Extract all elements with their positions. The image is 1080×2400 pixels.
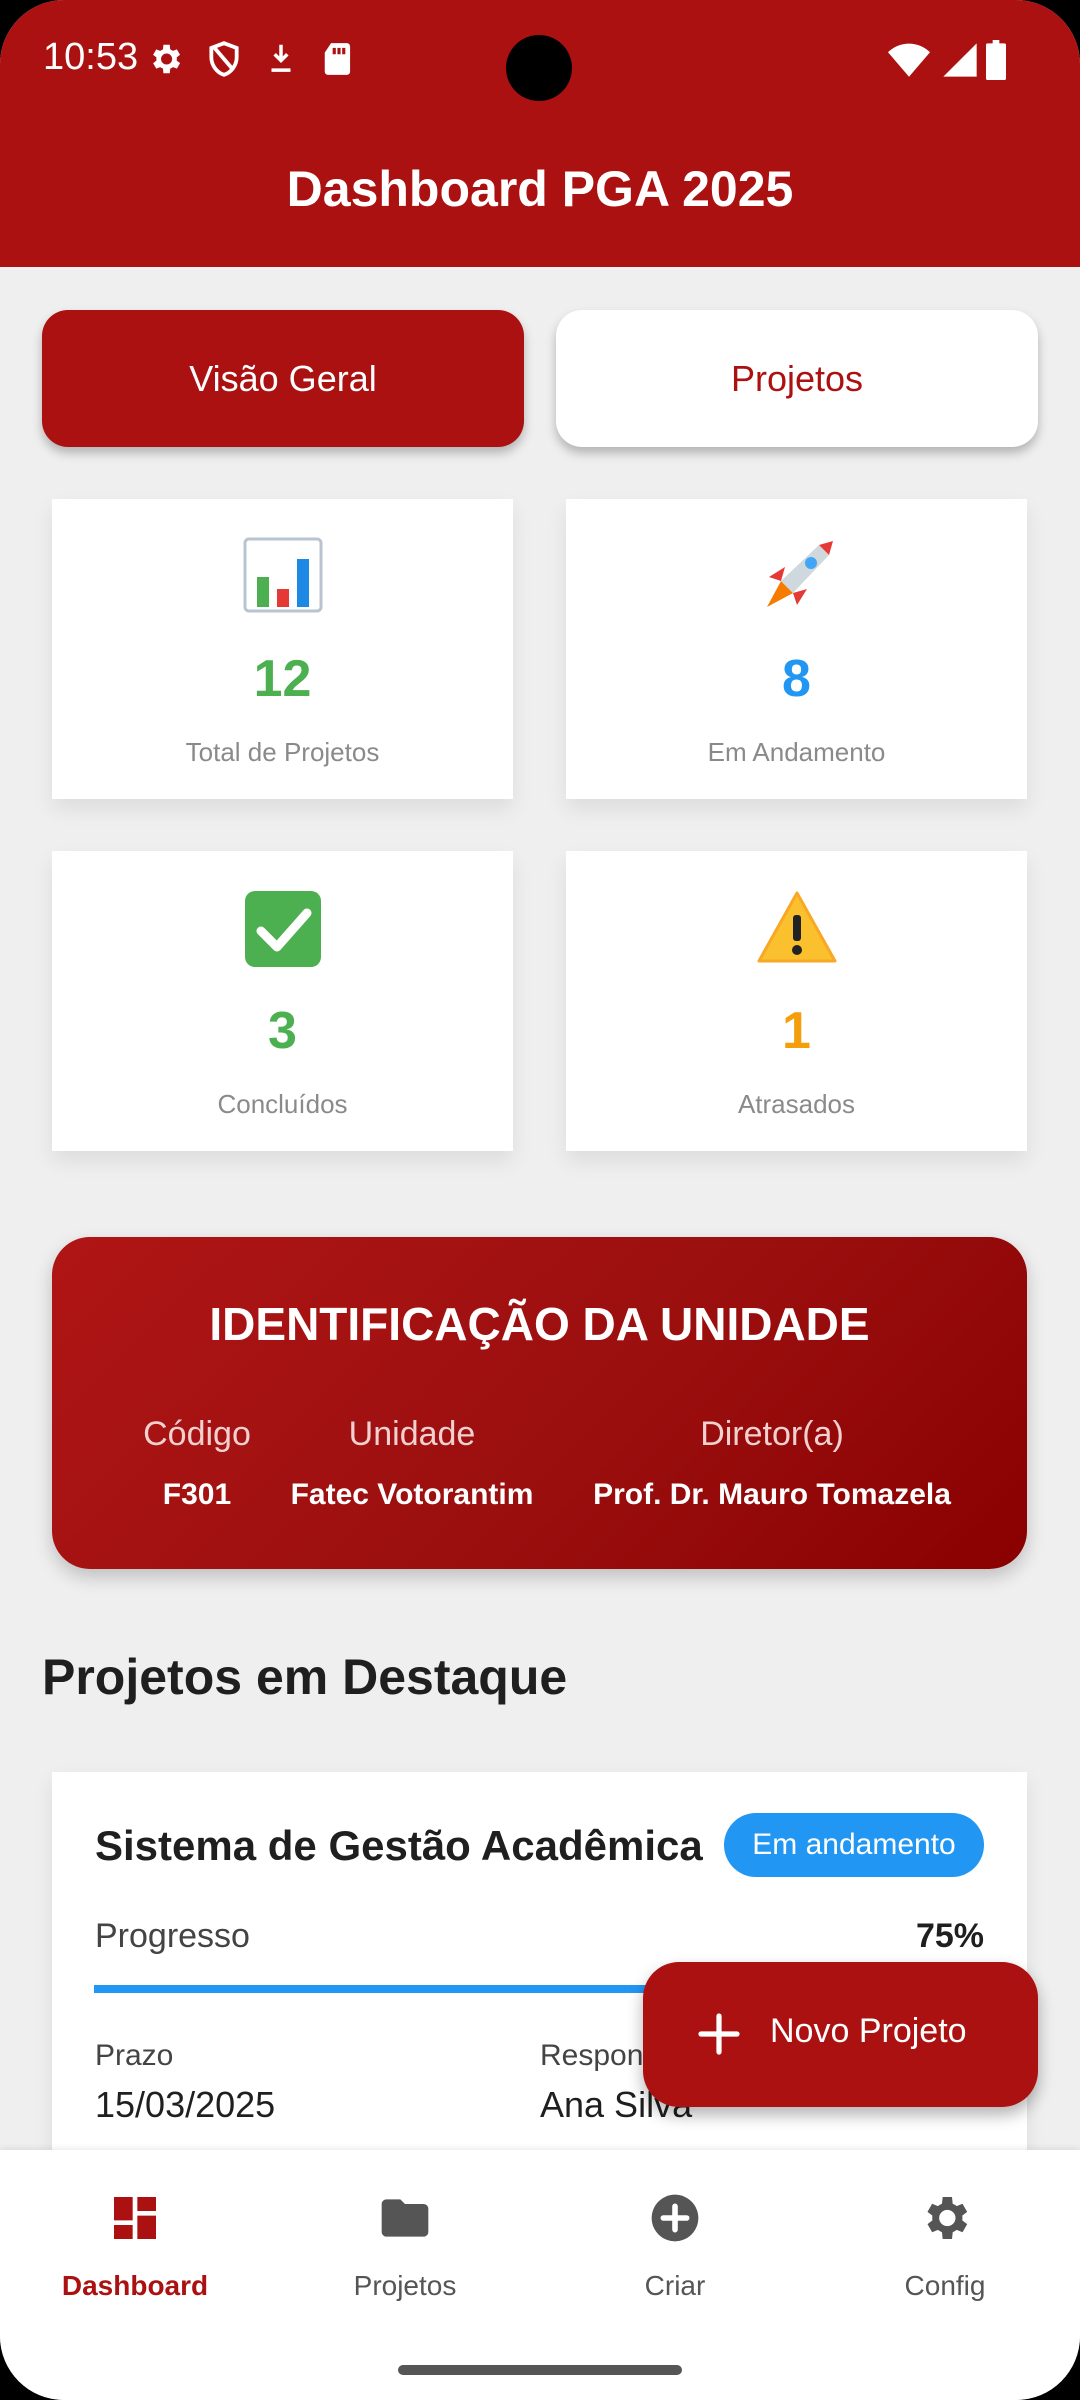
stat-value: 3 xyxy=(268,1002,297,1060)
owner-label: Respon xyxy=(540,2039,644,2072)
nav-label: Dashboard xyxy=(61,2270,209,2301)
stat-card-total: 12 Total de Projetos xyxy=(52,499,513,799)
new-project-button[interactable]: Novo Projeto xyxy=(643,1962,1038,2107)
unit-identification-title: IDENTIFICAÇÃO DA UNIDADE xyxy=(209,1298,870,1350)
stat-label: Atrasados xyxy=(737,1089,856,1119)
app-screen: 10:53 Dashboard PGA 2025 Visão Geral Pro… xyxy=(0,0,1080,2400)
shield-icon xyxy=(209,41,239,77)
stat-value: 12 xyxy=(253,650,312,708)
status-time: 10:53 xyxy=(43,36,139,78)
plus-icon xyxy=(698,2013,740,2055)
unit-name-label: Unidade xyxy=(348,1415,476,1453)
gear-icon xyxy=(153,44,181,74)
sd-card-icon xyxy=(324,43,351,75)
status-bar: 10:53 xyxy=(0,0,1080,120)
new-project-label: Novo Projeto xyxy=(770,2012,967,2050)
stat-label: Concluídos xyxy=(217,1089,348,1119)
progress-value: 75% xyxy=(915,1917,984,1955)
unit-name-value: Fatec Votorantim xyxy=(290,1478,534,1511)
add-circle-icon xyxy=(651,2194,699,2242)
dashboard-icon xyxy=(114,2197,156,2239)
tab-projects[interactable]: Projetos xyxy=(556,310,1038,447)
bottom-navigation: Dashboard Projetos Criar Config xyxy=(0,2150,1080,2400)
page-title: Dashboard PGA 2025 xyxy=(286,161,794,217)
nav-label: Projetos xyxy=(353,2270,457,2301)
nav-item-projects[interactable]: Projetos xyxy=(270,2150,540,2320)
nav-item-config[interactable]: Config xyxy=(810,2150,1080,2320)
project-name: Sistema de Gestão Acadêmica xyxy=(95,1822,703,1869)
nav-item-create[interactable]: Criar xyxy=(540,2150,810,2320)
bar-chart-emoji-icon xyxy=(52,537,513,617)
warning-emoji-icon xyxy=(566,889,1027,969)
app-header: 10:53 Dashboard PGA 2025 xyxy=(0,0,1080,267)
settings-icon xyxy=(927,2197,968,2239)
unit-director-value: Prof. Dr. Mauro Tomazela xyxy=(593,1478,951,1511)
stat-card-done: 3 Concluídos xyxy=(52,851,513,1151)
unit-identification-card: IDENTIFICAÇÃO DA UNIDADE Código F301 Uni… xyxy=(52,1237,1027,1569)
wifi-icon xyxy=(888,43,930,77)
nav-label: Config xyxy=(904,2270,986,2301)
unit-director: Diretor(a) Prof. Dr. Mauro Tomazela xyxy=(562,1415,982,1512)
stat-value: 1 xyxy=(782,1002,811,1060)
cell-signal-icon xyxy=(943,43,977,77)
folder-icon xyxy=(381,2199,429,2237)
unit-code-value: F301 xyxy=(162,1478,232,1511)
battery-icon xyxy=(986,40,1006,80)
stat-label: Total de Projetos xyxy=(185,737,380,767)
stat-card-in-progress: 8 Em Andamento xyxy=(566,499,1027,799)
unit-code: Código F301 xyxy=(92,1415,302,1512)
nav-label: Criar xyxy=(644,2270,706,2301)
status-badge: Em andamento xyxy=(724,1813,984,1877)
unit-code-label: Código xyxy=(143,1415,251,1453)
deadline-value: 15/03/2025 xyxy=(95,2084,276,2125)
unit-name: Unidade Fatec Votorantim xyxy=(282,1415,542,1512)
download-icon xyxy=(271,44,291,72)
deadline-label: Prazo xyxy=(95,2039,174,2072)
home-indicator[interactable] xyxy=(398,2365,682,2375)
nav-item-dashboard[interactable]: Dashboard xyxy=(0,2150,270,2320)
check-mark-emoji-icon xyxy=(52,889,513,969)
stat-label: Em Andamento xyxy=(707,737,886,767)
rocket-emoji-icon xyxy=(566,537,1027,617)
stat-card-late: 1 Atrasados xyxy=(566,851,1027,1151)
camera-cutout xyxy=(506,35,572,101)
featured-projects-title: Projetos em Destaque xyxy=(42,1649,568,1705)
progress-label: Progresso xyxy=(95,1917,250,1955)
stat-value: 8 xyxy=(782,650,811,708)
unit-director-label: Diretor(a) xyxy=(700,1415,844,1453)
tab-overview[interactable]: Visão Geral xyxy=(42,310,524,447)
